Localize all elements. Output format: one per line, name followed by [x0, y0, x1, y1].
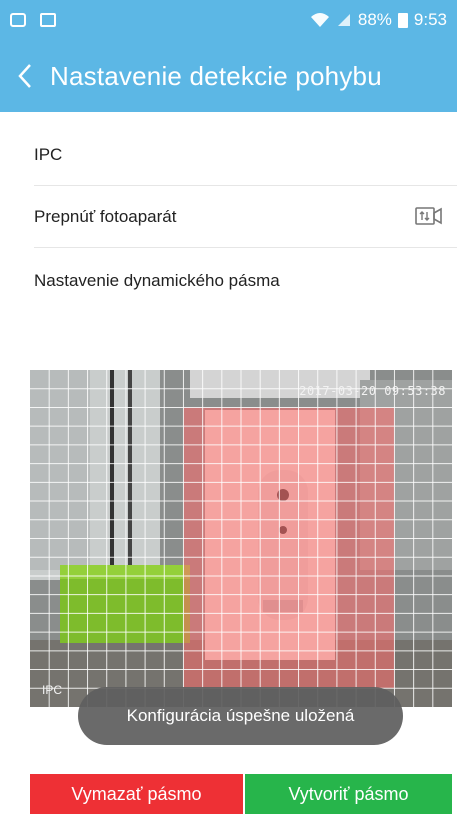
toast-message: Konfigurácia úspešne uložená [78, 687, 403, 745]
wifi-icon [310, 13, 329, 27]
camera-switch-icon[interactable] [415, 206, 443, 226]
dynamic-zone-label: Nastavenie dynamického pásma [34, 271, 280, 290]
back-button[interactable] [0, 40, 50, 112]
status-left [10, 13, 56, 27]
ipc-label: IPC [34, 144, 63, 164]
page-title: Nastavenie detekcie pohybu [50, 60, 382, 91]
camera-timestamp: 2017-03-20 09:53:38 [299, 384, 446, 398]
clock: 9:53 [413, 10, 447, 29]
toast-text: Konfigurácia úspešne uložená [126, 706, 355, 725]
camera-scene [30, 370, 452, 707]
camera-label: IPC [42, 683, 63, 697]
ipc-row[interactable]: IPC [34, 124, 457, 186]
notification-home-icon [10, 13, 26, 27]
app-bar: Nastavenie detekcie pohybu [0, 40, 457, 112]
notification-image-icon [40, 13, 56, 27]
battery-percent: 88% [357, 10, 392, 29]
chevron-left-icon [18, 64, 31, 88]
dynamic-zone-row: Nastavenie dynamického pásma [34, 250, 457, 312]
clear-zone-label: Vymazať pásmo [71, 783, 202, 804]
clear-zone-button[interactable]: Vymazať pásmo [30, 774, 243, 814]
create-zone-label: Vytvoriť pásmo [288, 783, 409, 804]
signal-icon [337, 14, 350, 26]
camera-preview[interactable]: 2017-03-20 09:53:38 IPC [30, 370, 452, 707]
status-right: 88% 9:53 [310, 10, 447, 30]
battery-icon [397, 12, 408, 28]
switch-camera-label: Prepnúť fotoaparát [34, 206, 177, 226]
switch-camera-row[interactable]: Prepnúť fotoaparát [34, 186, 457, 248]
create-zone-button[interactable]: Vytvoriť pásmo [245, 774, 452, 814]
status-bar: 88% 9:53 [0, 0, 457, 40]
